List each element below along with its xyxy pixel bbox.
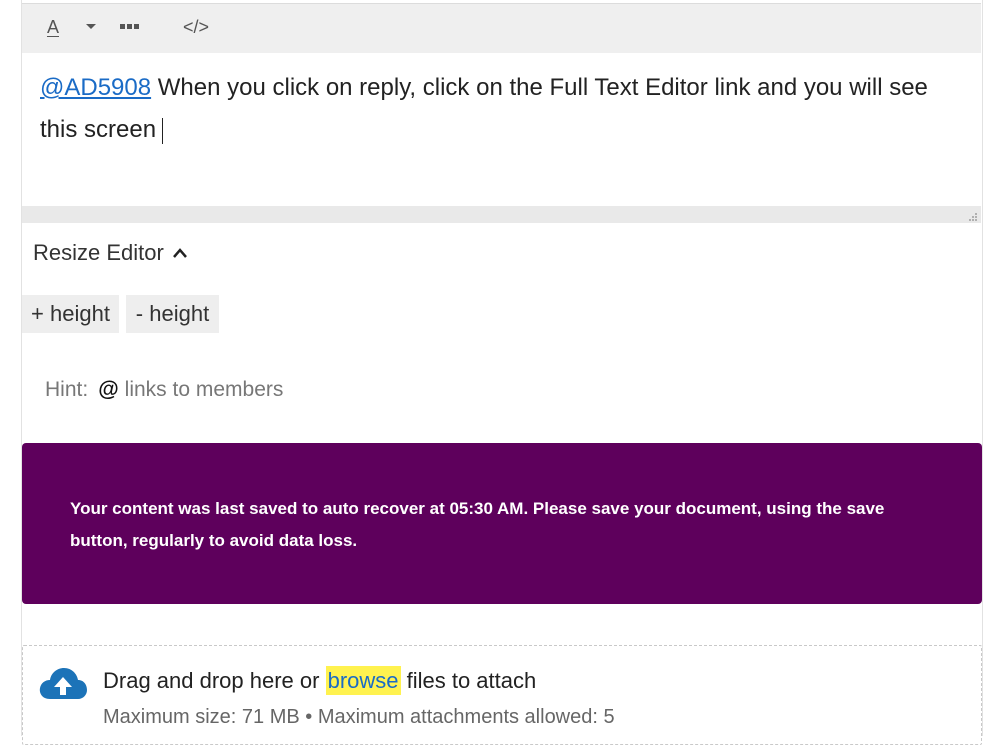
editor-body-text: When you click on reply, click on the Fu… (40, 74, 928, 143)
editor-toolbar: A </> (22, 3, 981, 53)
autosave-message: Your content was last saved to auto reco… (70, 499, 885, 550)
editor-status-bar (22, 206, 981, 223)
autosave-banner: Your content was last saved to auto reco… (22, 443, 982, 604)
resize-grip-icon[interactable] (967, 211, 977, 221)
dropzone-prefix: Drag and drop here or (103, 668, 326, 693)
text-cursor (162, 117, 164, 144)
resize-editor-toggle[interactable]: Resize Editor (33, 240, 188, 266)
rich-text-editor[interactable]: @AD5908 When you click on reply, click o… (22, 53, 981, 206)
increase-height-button[interactable]: + height (22, 295, 119, 333)
font-color-letter: A (46, 17, 59, 37)
source-code-button[interactable]: </> (180, 12, 212, 42)
dropzone-instructions: Drag and drop here or browse files to at… (103, 666, 537, 695)
mention-hint: Hint: @ links to members (45, 378, 283, 402)
chevron-up-icon (172, 248, 187, 258)
right-frame (982, 0, 999, 736)
font-color-icon[interactable]: A (38, 12, 68, 42)
attachment-limits: Maximum size: 71 MB • Maximum attachment… (103, 706, 615, 728)
dropzone-suffix: files to attach (400, 668, 537, 693)
hint-at-symbol: @ (98, 378, 119, 401)
decrease-height-button[interactable]: - height (126, 295, 219, 333)
resize-editor-label: Resize Editor (33, 240, 164, 265)
source-code-label: </> (182, 16, 210, 37)
caret-down-icon[interactable] (82, 12, 100, 42)
browse-files-link[interactable]: browse (325, 666, 401, 695)
left-frame (0, 0, 22, 736)
attachment-dropzone[interactable]: Drag and drop here or browse files to at… (22, 645, 982, 745)
cloud-upload-icon (39, 668, 87, 699)
hint-label: Hint: (45, 378, 89, 401)
member-mention-link[interactable]: @AD5908 (40, 74, 151, 101)
hint-text: links to members (124, 378, 284, 401)
more-options-icon[interactable] (118, 12, 142, 42)
